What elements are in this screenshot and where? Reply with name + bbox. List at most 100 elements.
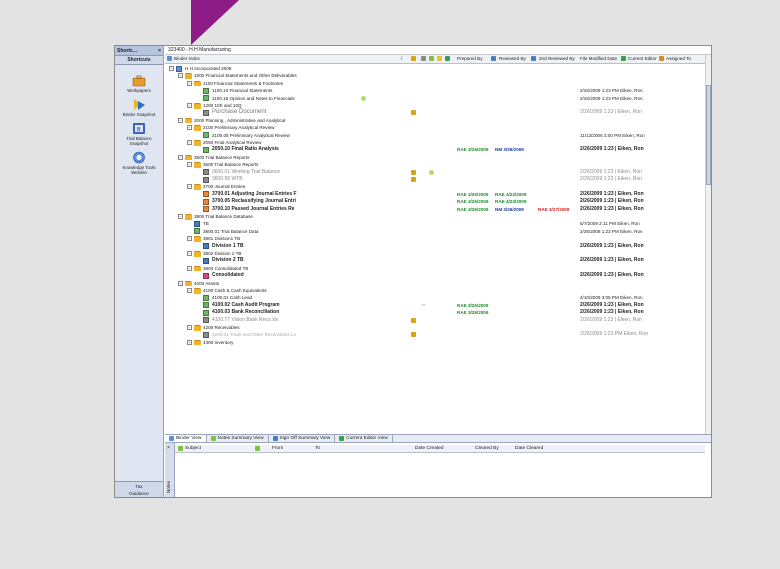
collapse-toggle[interactable]: −	[187, 103, 192, 108]
tab-binder-view[interactable]: Binder View	[165, 435, 207, 442]
tax-guidance-button[interactable]: Tax Guidance	[115, 481, 163, 497]
tree-row[interactable]: − 1100 Financial Statements & Footnotes	[165, 80, 705, 87]
tab-notes-summary-view[interactable]: Notes Summary View	[207, 435, 269, 442]
second-reviewed-by-signoff[interactable]: RAE 3/27/2009	[538, 206, 569, 213]
tree-row[interactable]: 3700.01 Adjusting Journal Entries F RAE 3…	[165, 191, 705, 198]
collapse-toggle[interactable]: −	[187, 184, 192, 190]
shortcuts-section-title[interactable]: Shortcuts	[115, 56, 163, 65]
slash-header[interactable]: /	[401, 56, 402, 61]
reviewed-by-signoff[interactable]: NM 3/26/2009	[495, 146, 524, 153]
collapse-toggle[interactable]: −	[187, 125, 192, 131]
tab-sign-off-summary-view[interactable]: Sign Off Summary View	[269, 435, 336, 442]
tree-row[interactable]: 4100.03 Bank Reconciliation RAE 3/26/2009…	[165, 309, 705, 316]
tree-row[interactable]: 3600.01 Working Trial Balance 2/26/2009 1…	[165, 169, 705, 176]
collapse-toggle[interactable]: −	[187, 325, 192, 330]
tree-row[interactable]: 4100.77 Vision Bank Recs.xls 2/26/2009 1:…	[165, 317, 705, 324]
link-icon[interactable]: ⇔	[421, 302, 426, 309]
tree-row[interactable]: 1100.10 Financial Statements 2/26/2009 1:…	[165, 87, 705, 94]
prepared-by-signoff[interactable]: RAE 3/26/2009	[457, 309, 488, 316]
collapse-toggle[interactable]: −	[178, 214, 183, 219]
prepared-by-signoff[interactable]: RAE 3/26/2009	[457, 146, 488, 153]
collapse-toggle[interactable]: −	[178, 73, 183, 79]
tree-row[interactable]: − 2100 Preliminary Analytical Review	[165, 124, 705, 131]
file-modified-date-header[interactable]: File Modified Date	[580, 56, 617, 61]
tab-current-editor-view[interactable]: Current Editor View	[335, 435, 393, 442]
tree-row[interactable]: − 2050 Final Analytical Review	[165, 139, 705, 146]
note-icon[interactable]	[429, 169, 434, 175]
tree-row[interactable]: − 1200 10K and 10Q	[165, 102, 705, 109]
tree-row[interactable]: − 4200 Receivables	[165, 324, 705, 331]
collapse-toggle[interactable]: −	[187, 162, 192, 168]
tree-row[interactable]: TB 5/7/2009 2:11 PM Eiken, Ron	[165, 220, 705, 228]
collapse-toggle[interactable]: −	[187, 288, 192, 293]
tree-row[interactable]: − 4000 Assets	[165, 280, 705, 287]
tree-row[interactable]: − 3700 Journal Entries	[165, 183, 705, 190]
tree-row[interactable]: 4100.01 Cash Lead 4/10/2009 3:05 PM Eiken…	[165, 294, 705, 302]
current-editor-header[interactable]: Current Editor	[628, 56, 657, 61]
tree-row[interactable]: Division 1 TB 2/26/2009 1:23 | Eiken, Ron	[165, 243, 705, 250]
collapse-toggle[interactable]: −	[187, 140, 192, 145]
tree-row[interactable]: − 3600 Trial Balance Reports	[165, 161, 705, 168]
tree-row[interactable]: 2100.05 Preliminary Analytical Review 11/…	[165, 132, 705, 139]
tree-row[interactable]: − 3802 Division 2 TB	[165, 250, 705, 257]
tree-row[interactable]: 3700.05 Reclassifying Journal Entri RAE 3…	[165, 198, 705, 205]
tree-row[interactable]: − H.H Incorporated 2008	[165, 65, 705, 72]
tree-row[interactable]: 3800.01 Trial Balance Data 2/26/2009 1:23…	[165, 228, 705, 235]
warning-column-icon[interactable]	[437, 56, 442, 61]
tree-row[interactable]: Division 2 TB 2/26/2009 1:23 | Eiken, Ron	[165, 257, 705, 265]
reviewed-by-header[interactable]: Reviewed By	[499, 56, 526, 61]
collapse-toggle[interactable]: −	[187, 236, 192, 242]
tree-row[interactable]: 2050.10 Final Ratio Analysis RAE 3/26/200…	[165, 146, 705, 154]
sidebar-close-button[interactable]: ×	[158, 48, 161, 54]
reviewed-by-signoff[interactable]: RAE 4/23/2009	[495, 198, 526, 205]
lock-icon[interactable]	[411, 177, 416, 182]
tree-row[interactable]: − 3803 Consolidated TB	[165, 265, 705, 272]
tree-row[interactable]: − 3801 Division1 TB	[165, 235, 705, 242]
notes-close-button[interactable]: ×	[167, 445, 170, 451]
notes-col-to[interactable]: To	[315, 446, 320, 451]
lock-icon[interactable]	[411, 332, 416, 338]
notes-col-subject[interactable]: Subject	[185, 446, 201, 451]
collapse-toggle[interactable]: −	[178, 154, 183, 160]
tree-row[interactable]: +4300 Inventory	[165, 339, 705, 346]
notes-col-from[interactable]: From	[272, 446, 283, 451]
prepared-by-signoff[interactable]: RAE 3/26/2009	[457, 191, 488, 198]
shortcut-knowledge-tools[interactable]: Knowledge Tools Website	[115, 151, 163, 175]
assigned-to-header[interactable]: Assigned To	[666, 56, 691, 61]
lock-icon[interactable]	[411, 169, 416, 175]
tree-row[interactable]: − 4100 Cash & Cash Equivalents	[165, 287, 705, 294]
tree-row[interactable]: 3700.10 Passed Journal Entries Re RAE 3/2…	[165, 206, 705, 213]
collapse-toggle[interactable]: −	[169, 66, 174, 71]
note-icon[interactable]	[361, 95, 366, 101]
collapse-toggle[interactable]: −	[187, 265, 192, 271]
status-column-icon[interactable]	[445, 56, 450, 61]
lock-column-icon[interactable]	[411, 56, 416, 61]
prepared-by-signoff[interactable]: RAE 3/26/2009	[457, 206, 488, 213]
shortcut-workpapers[interactable]: Workpapers	[115, 74, 163, 93]
note-column-icon[interactable]	[429, 56, 434, 61]
binder-index-header[interactable]: Binder Index	[174, 56, 200, 61]
tree-row[interactable]: − 3500 Trial Balance Reports	[165, 154, 705, 161]
prepared-by-signoff[interactable]: RAE 3/26/2009	[457, 198, 488, 205]
collapse-toggle[interactable]: −	[187, 251, 192, 256]
collapse-toggle[interactable]: −	[178, 117, 183, 123]
link-column-icon[interactable]	[421, 56, 426, 61]
shortcut-binder-snapshot[interactable]: Binder Snapshot	[115, 98, 163, 117]
prepared-by-signoff[interactable]: RAE 3/26/2009	[457, 302, 488, 309]
tree-row[interactable]: 1100.15 Opinion and Notes to Financials 2…	[165, 95, 705, 102]
notes-col-date-created[interactable]: Date Created	[415, 446, 444, 451]
collapse-toggle[interactable]: −	[187, 80, 192, 86]
expand-toggle[interactable]: +	[187, 339, 192, 345]
tree-row[interactable]: 4200.01 Trade and Other Receivables Le 2/…	[165, 331, 705, 339]
tree-row[interactable]: − 2000 Planning , Administrative and Anal…	[165, 117, 705, 124]
tree-row[interactable]: Purchase Document 2/26/2009 1:23 | Eiken,…	[165, 109, 705, 117]
tree-row[interactable]: 4100.02 Cash Audit Program ⇔ RAE 3/26/2009…	[165, 302, 705, 309]
notes-col-date-cleared[interactable]: Date Cleared	[515, 446, 543, 451]
tree-row[interactable]: − 3800 Trial Balance Database	[165, 213, 705, 220]
vertical-scrollbar[interactable]	[705, 55, 711, 467]
prepared-by-header[interactable]: Prepared By	[457, 56, 483, 61]
reviewed-by-signoff[interactable]: RAE 4/23/2009	[495, 191, 526, 198]
lock-icon[interactable]	[411, 110, 416, 116]
second-reviewed-by-header[interactable]: 2nd Reviewed By	[539, 56, 575, 61]
notes-col-cleared-by[interactable]: Cleared By	[475, 446, 499, 451]
